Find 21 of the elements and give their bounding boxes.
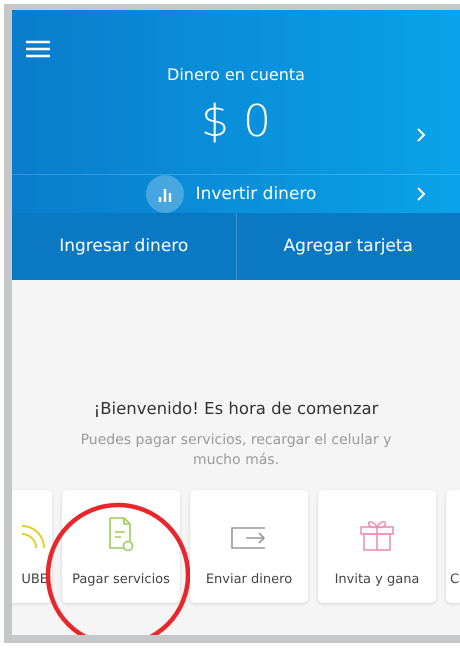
balance-label: Dinero en cuenta: [167, 65, 305, 84]
shortcut-label: C: [450, 572, 460, 587]
balance-amount: $ 0: [201, 96, 271, 147]
welcome-title: ¡Bienvenido! Es hora de comenzar: [94, 399, 378, 418]
chevron-right-icon[interactable]: [417, 186, 426, 201]
shortcut-label: Invita y gana: [334, 572, 420, 587]
document-icon: [106, 516, 136, 552]
shortcut-label: Enviar dinero: [206, 572, 292, 587]
action-button[interactable]: Agregar tarjeta: [236, 212, 460, 280]
bar-chart-icon: [146, 174, 184, 213]
send-money-icon: [230, 524, 268, 552]
welcome-subtitle: Puedes pagar servicios, recargar el celular y mucho más.: [80, 431, 392, 470]
shortcut-card[interactable]: C: [446, 490, 460, 603]
chevron-right-icon[interactable]: [417, 128, 426, 142]
invest-link[interactable]: Invertir dinero: [146, 174, 316, 213]
shortcut-card[interactable]: Pagar servicios: [62, 490, 180, 603]
action-button[interactable]: Ingresar dinero: [12, 212, 236, 280]
shortcut-card[interactable]: Invita y gana: [318, 490, 436, 603]
menu-icon[interactable]: [26, 40, 50, 58]
shortcut-label: Pagar servicios: [72, 572, 170, 587]
shortcut-card[interactable]: Enviar dinero: [190, 490, 308, 603]
